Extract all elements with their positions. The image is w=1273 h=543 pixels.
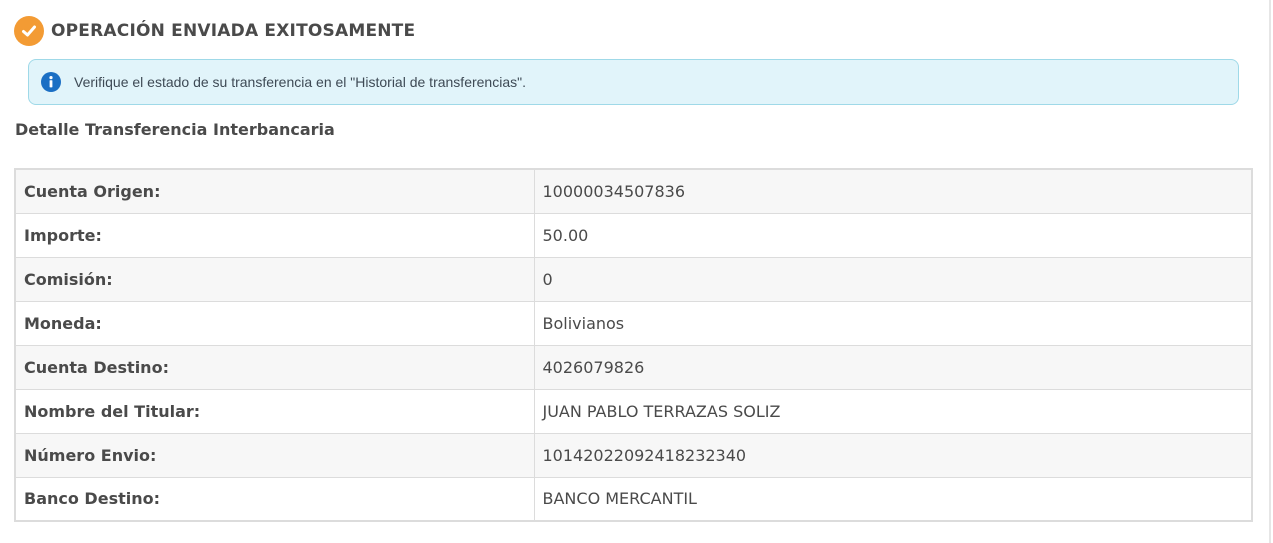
row-value: 10142022092418232340: [534, 432, 1252, 478]
row-label: Moneda:: [15, 300, 535, 346]
table-row: Banco Destino: BANCO MERCANTIL: [15, 476, 1252, 522]
table-row: Moneda: Bolivianos: [15, 300, 1252, 346]
row-label: Banco Destino:: [15, 476, 535, 522]
row-label: Cuenta Origen:: [15, 168, 535, 214]
row-value: 4026079826: [534, 344, 1252, 390]
page: OPERACIÓN ENVIADA EXITOSAMENTE Verifique…: [0, 0, 1273, 543]
row-label: Cuenta Destino:: [15, 344, 535, 390]
info-alert: Verifique el estado de su transferencia …: [28, 59, 1239, 105]
status-title: OPERACIÓN ENVIADA EXITOSAMENTE: [51, 21, 416, 41]
scrollbar-edge: [1269, 0, 1271, 543]
table-row: Número Envio: 10142022092418232340: [15, 432, 1252, 478]
row-value: JUAN PABLO TERRAZAS SOLIZ: [534, 388, 1252, 434]
table-row: Cuenta Origen: 10000034507836: [15, 168, 1252, 214]
row-value: Bolivianos: [534, 300, 1252, 346]
row-value: 50.00: [534, 212, 1252, 258]
alert-message: Verifique el estado de su transferencia …: [74, 74, 526, 90]
detail-table: Cuenta Origen: 10000034507836 Importe: 5…: [14, 168, 1253, 522]
check-circle-icon: [14, 16, 44, 46]
row-value: 0: [534, 256, 1252, 302]
status-header: OPERACIÓN ENVIADA EXITOSAMENTE: [14, 14, 415, 48]
row-label: Comisión:: [15, 256, 535, 302]
row-label: Nombre del Titular:: [15, 388, 535, 434]
table-row: Nombre del Titular: JUAN PABLO TERRAZAS …: [15, 388, 1252, 434]
table-row: Cuenta Destino: 4026079826: [15, 344, 1252, 390]
row-value: 10000034507836: [534, 168, 1252, 214]
row-label: Importe:: [15, 212, 535, 258]
detail-title: Detalle Transferencia Interbancaria: [15, 120, 335, 139]
table-row: Comisión: 0: [15, 256, 1252, 302]
row-value: BANCO MERCANTIL: [534, 476, 1252, 522]
table-row: Importe: 50.00: [15, 212, 1252, 258]
row-label: Número Envio:: [15, 432, 535, 478]
info-icon: [41, 72, 61, 92]
